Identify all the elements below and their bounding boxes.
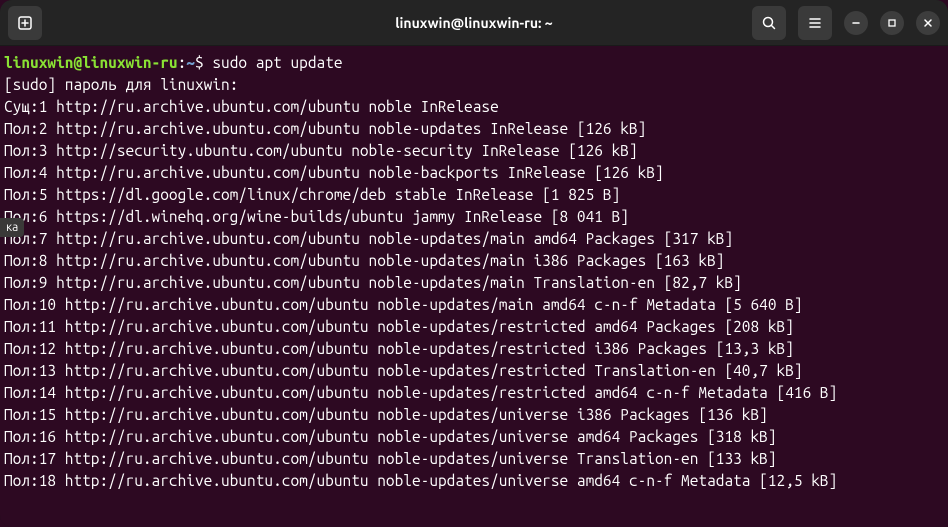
output-line: Пол:5 https://dl.google.com/linux/chrome… [4, 184, 944, 206]
minimize-button[interactable] [844, 11, 868, 35]
output-line: Пол:16 http://ru.archive.ubuntu.com/ubun… [4, 426, 944, 448]
titlebar-right [752, 6, 940, 40]
output-lines: Сущ:1 http://ru.archive.ubuntu.com/ubunt… [4, 96, 944, 492]
output-line: Пол:4 http://ru.archive.ubuntu.com/ubunt… [4, 162, 944, 184]
terminal-output[interactable]: linuxwin@linuxwin-ru:~$ sudo apt update … [0, 46, 948, 527]
command-text: sudo apt update [212, 54, 342, 71]
titlebar: linuxwin@linuxwin-ru: ~ [0, 0, 948, 46]
output-line: Пол:13 http://ru.archive.ubuntu.com/ubun… [4, 360, 944, 382]
titlebar-left [8, 6, 42, 40]
output-line: Пол:18 http://ru.archive.ubuntu.com/ubun… [4, 470, 944, 492]
output-line: Пол:8 http://ru.archive.ubuntu.com/ubunt… [4, 250, 944, 272]
output-line: Пол:12 http://ru.archive.ubuntu.com/ubun… [4, 338, 944, 360]
sudo-prompt-line: [sudo] пароль для linuxwin: [4, 76, 238, 93]
output-line: Сущ:1 http://ru.archive.ubuntu.com/ubunt… [4, 96, 944, 118]
terminal-window: linuxwin@linuxwin-ru: ~ [0, 0, 948, 527]
prompt-path: ~ [186, 54, 195, 71]
hamburger-icon [807, 15, 823, 31]
output-line: Пол:7 http://ru.archive.ubuntu.com/ubunt… [4, 228, 944, 250]
minimize-icon [851, 18, 861, 28]
prompt-dollar: $ [195, 54, 212, 71]
output-line: Пол:15 http://ru.archive.ubuntu.com/ubun… [4, 404, 944, 426]
window-title: linuxwin@linuxwin-ru: ~ [395, 15, 552, 31]
prompt-colon: : [178, 54, 187, 71]
close-icon [923, 18, 933, 28]
output-line: Пол:10 http://ru.archive.ubuntu.com/ubun… [4, 294, 944, 316]
close-button[interactable] [916, 11, 940, 35]
search-icon [761, 15, 777, 31]
prompt-user: linuxwin@linuxwin-ru [4, 54, 178, 71]
new-tab-button[interactable] [8, 6, 42, 40]
maximize-button[interactable] [880, 11, 904, 35]
output-line: Пол:9 http://ru.archive.ubuntu.com/ubunt… [4, 272, 944, 294]
output-line: Пол:11 http://ru.archive.ubuntu.com/ubun… [4, 316, 944, 338]
output-line: Пол:14 http://ru.archive.ubuntu.com/ubun… [4, 382, 944, 404]
search-button[interactable] [752, 6, 786, 40]
output-line: Пол:6 https://dl.winehq.org/wine-builds/… [4, 206, 944, 228]
output-line: Пол:3 http://security.ubuntu.com/ubuntu … [4, 140, 944, 162]
output-line: Пол:2 http://ru.archive.ubuntu.com/ubunt… [4, 118, 944, 140]
new-tab-icon [17, 15, 33, 31]
side-panel-tab[interactable]: ка [0, 218, 24, 237]
menu-button[interactable] [798, 6, 832, 40]
maximize-icon [887, 18, 897, 28]
output-line: Пол:17 http://ru.archive.ubuntu.com/ubun… [4, 448, 944, 470]
